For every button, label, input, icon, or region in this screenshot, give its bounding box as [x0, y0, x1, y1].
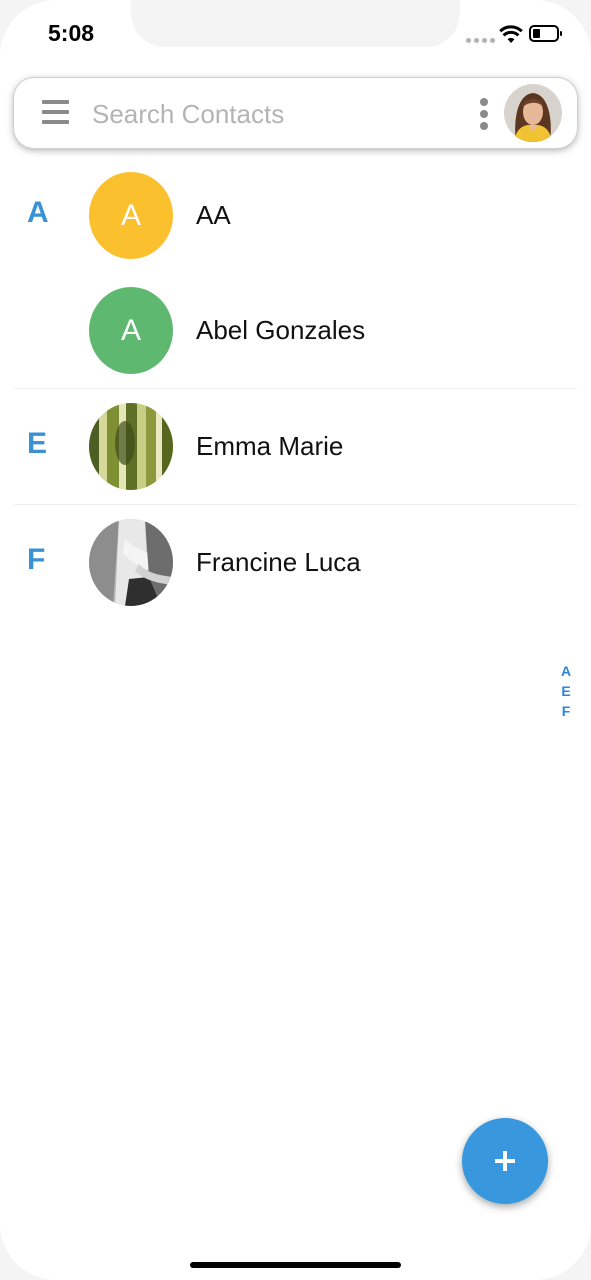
phone-screen: 5:08 A	[0, 0, 591, 1280]
profile-photo	[504, 84, 562, 142]
contact-row[interactable]: F Francine Luca	[0, 505, 591, 620]
battery-icon	[529, 25, 562, 42]
contact-row[interactable]: E Emma Marie	[0, 389, 591, 504]
hamburger-menu-icon[interactable]	[42, 100, 69, 124]
contact-name: Abel Gonzales	[196, 315, 366, 345]
waterfall-photo	[89, 519, 173, 606]
search-bar	[14, 78, 577, 148]
plus-icon	[495, 1151, 515, 1171]
profile-avatar[interactable]	[504, 84, 562, 142]
contact-row[interactable]: A A AA	[0, 158, 591, 273]
contact-avatar	[89, 519, 173, 606]
wifi-icon	[499, 25, 523, 43]
contact-name: Francine Luca	[196, 547, 361, 577]
device-notch	[131, 0, 460, 47]
contact-row[interactable]: A Abel Gonzales	[0, 273, 591, 388]
add-contact-button[interactable]	[462, 1118, 548, 1204]
contact-avatar	[89, 403, 173, 490]
status-time: 5:08	[48, 20, 95, 46]
contact-name: Emma Marie	[196, 431, 344, 461]
avatar-letter: A	[120, 313, 141, 347]
search-input[interactable]	[90, 92, 464, 136]
contact-avatar: A	[89, 172, 173, 259]
alpha-index-item[interactable]: A	[561, 661, 571, 681]
alpha-index-item[interactable]: E	[561, 681, 570, 701]
alphabet-index: A E F	[559, 661, 573, 721]
section-letter: F	[27, 543, 46, 576]
avatar-letter: A	[120, 198, 141, 232]
contact-avatar: A	[89, 287, 173, 374]
bamboo-photo	[89, 403, 173, 490]
section-letter: A	[27, 196, 49, 229]
home-indicator	[190, 1262, 401, 1268]
more-vertical-icon[interactable]	[479, 98, 489, 130]
section-letter: E	[27, 427, 48, 460]
contact-list: A A AA A Abel Gonzales E Emma Marie F Fr…	[0, 158, 591, 620]
alpha-index-item[interactable]: F	[562, 701, 571, 721]
signal-icon	[466, 38, 495, 43]
contact-name: AA	[196, 200, 231, 230]
